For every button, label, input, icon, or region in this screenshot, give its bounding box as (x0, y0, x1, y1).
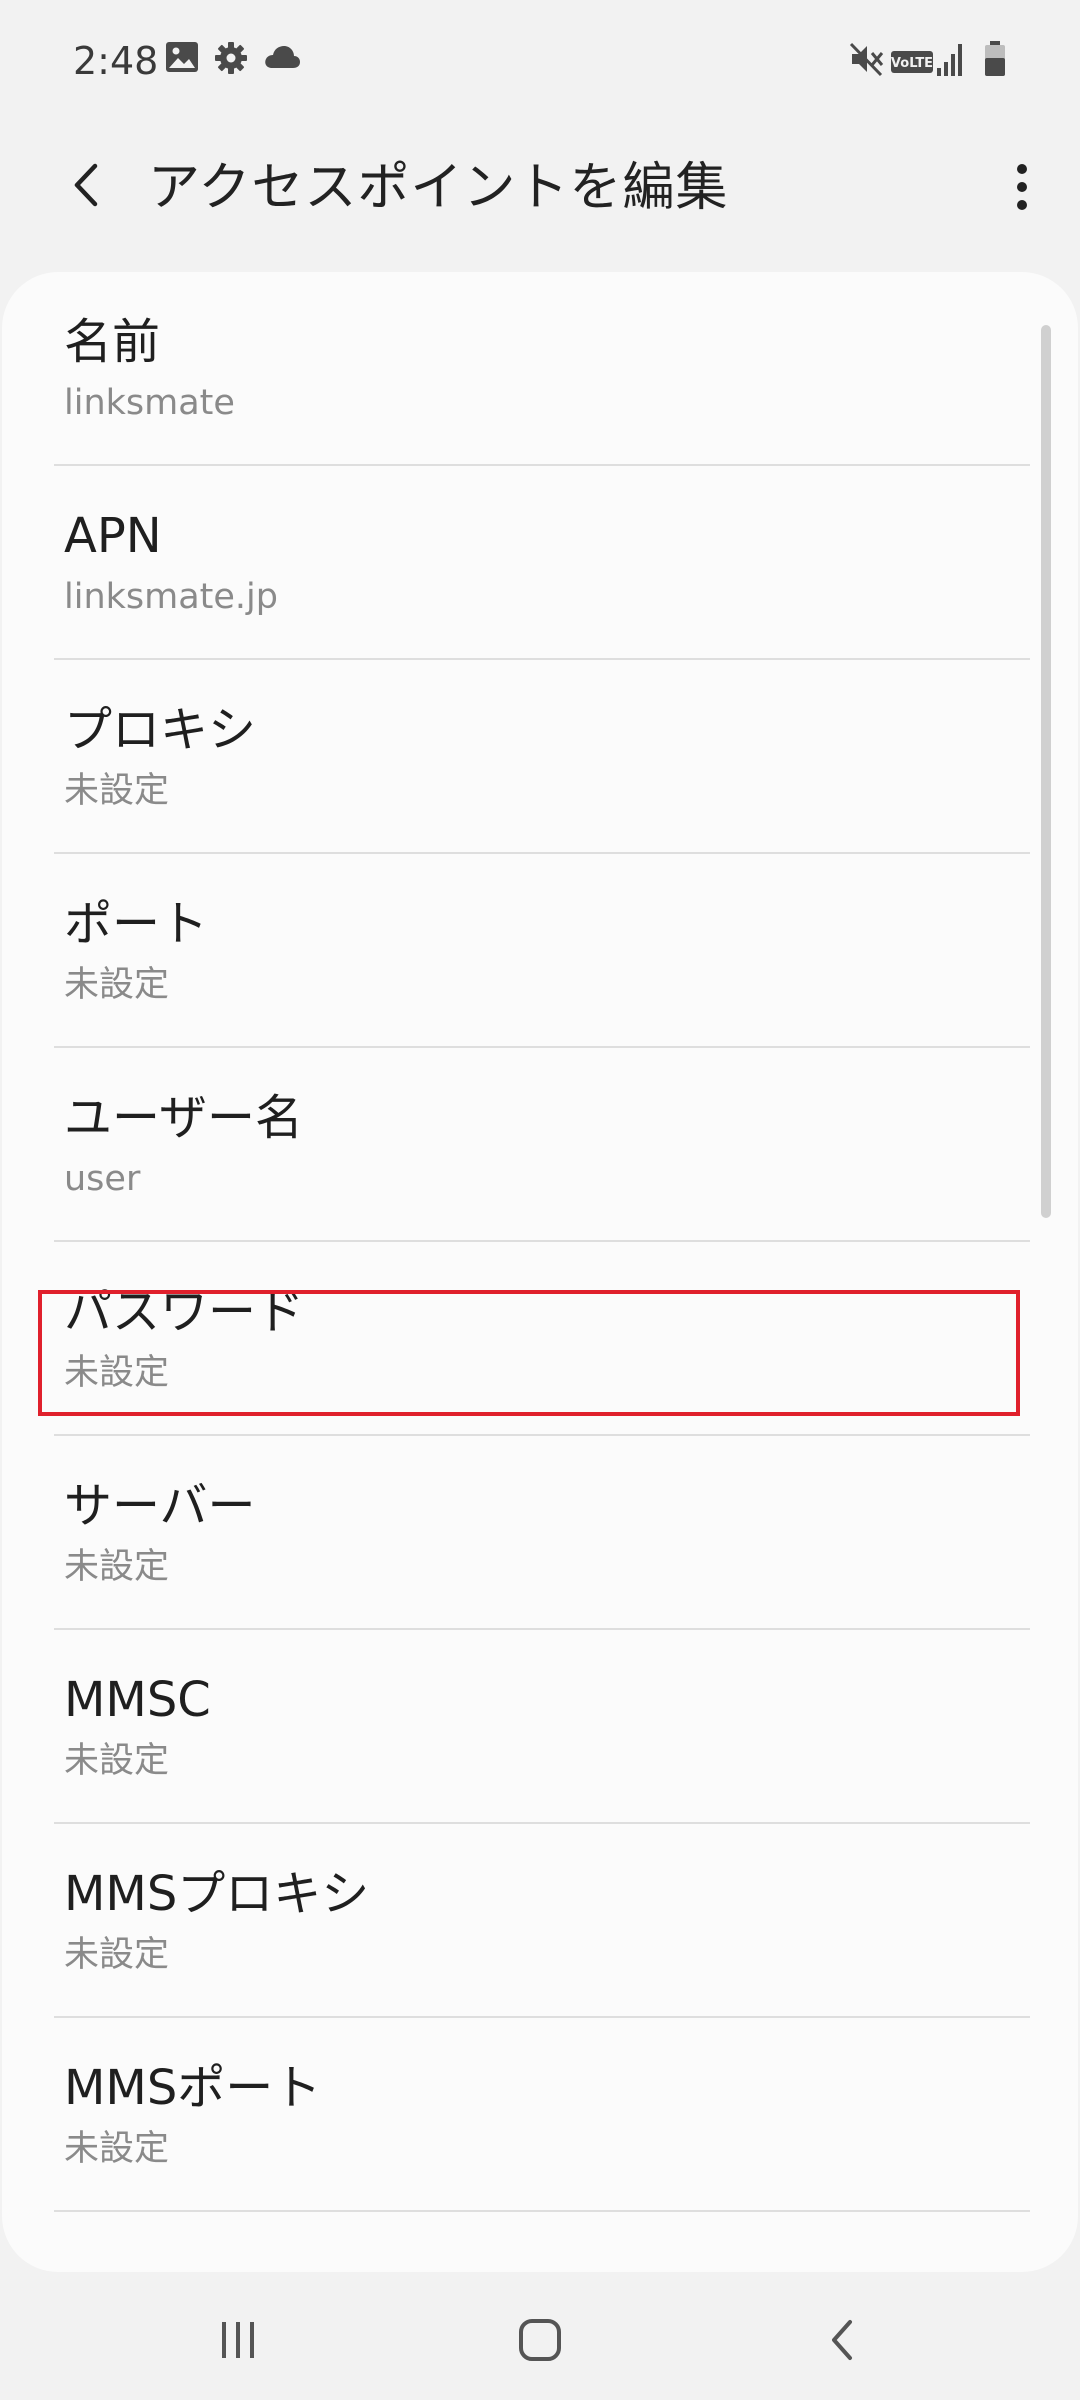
scrollbar[interactable] (1041, 325, 1051, 1218)
item-title: MMSプロキシ (64, 1866, 370, 1922)
item-title: パスワード (64, 1284, 305, 1340)
item-title: 名前 (64, 314, 161, 370)
back-button[interactable] (50, 140, 120, 230)
navigation-bar (0, 2280, 1080, 2400)
mute-icon (848, 40, 884, 82)
item-title: APN (64, 508, 162, 564)
home-icon (519, 2319, 561, 2361)
item-value: linksmate (64, 383, 235, 423)
volte-icon: VoLTE (890, 50, 934, 92)
list-item-proxy[interactable]: プロキシ 未設定 (2, 660, 1078, 854)
battery-icon (982, 40, 1008, 82)
item-value: 未設定 (64, 771, 170, 811)
item-title: ポート (64, 896, 209, 952)
item-title: プロキシ (64, 702, 257, 758)
home-button[interactable] (480, 2300, 600, 2380)
item-title: ユーザー名 (64, 1090, 304, 1146)
back-nav-icon (832, 2320, 852, 2360)
list-item-mms-port[interactable]: MMSポート 未設定 (2, 2018, 1078, 2212)
list-item-server[interactable]: サーバー 未設定 (2, 1436, 1078, 1630)
item-value: 未設定 (64, 2129, 170, 2169)
app-bar: アクセスポイントを編集 (0, 120, 1080, 270)
settings-gear-icon (213, 40, 249, 82)
list-item-mms-proxy[interactable]: MMSプロキシ 未設定 (2, 1824, 1078, 2018)
back-nav-button[interactable] (782, 2300, 902, 2380)
list-item-password[interactable]: パスワード 未設定 (2, 1242, 1078, 1436)
more-options-button[interactable] (992, 142, 1052, 232)
item-value: user (64, 1159, 141, 1199)
settings-card: 名前 linksmate APN linksmate.jp プロキシ 未設定 ポ… (2, 272, 1078, 2272)
item-value: 未設定 (64, 1935, 170, 1975)
list-item-port[interactable]: ポート 未設定 (2, 854, 1078, 1048)
item-value: 未設定 (64, 1741, 170, 1781)
status-bar: 2:48 VoLTE (0, 0, 1080, 120)
page-title: アクセスポイントを編集 (148, 158, 729, 218)
apn-settings-list: 名前 linksmate APN linksmate.jp プロキシ 未設定 ポ… (2, 272, 1078, 2212)
signal-icon (936, 40, 966, 82)
divider (54, 2210, 1030, 2212)
recent-apps-button[interactable] (178, 2300, 298, 2380)
item-title: MMSC (64, 1672, 211, 1728)
status-time: 2:48 (73, 39, 159, 83)
item-title: サーバー (64, 1478, 256, 1534)
list-item-mmsc[interactable]: MMSC 未設定 (2, 1630, 1078, 1824)
item-title: MMSポート (64, 2060, 322, 2116)
list-item-username[interactable]: ユーザー名 user (2, 1048, 1078, 1242)
item-value: 未設定 (64, 965, 170, 1005)
list-item-apn[interactable]: APN linksmate.jp (2, 466, 1078, 660)
gallery-icon (164, 40, 200, 82)
volte-label: VoLTE (891, 56, 933, 71)
item-value: linksmate.jp (64, 577, 278, 617)
item-value: 未設定 (64, 1353, 170, 1393)
cloud-icon (262, 40, 302, 82)
list-item-name[interactable]: 名前 linksmate (2, 272, 1078, 466)
recent-apps-icon (222, 2322, 254, 2358)
more-vertical-icon (1017, 164, 1027, 210)
chevron-left-icon (74, 163, 98, 207)
item-value: 未設定 (64, 1547, 170, 1587)
